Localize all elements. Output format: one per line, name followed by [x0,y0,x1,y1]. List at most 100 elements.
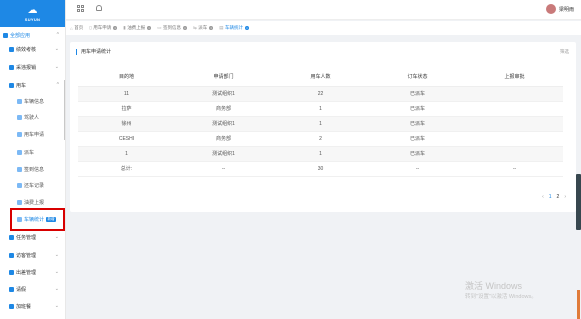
sidebar-item-overtime-meal[interactable]: 加班餐 ⌄ [0,300,66,312]
page-1-button[interactable]: 1 [549,194,552,200]
sidebar-root-all-apps[interactable]: 全部应用 ^ [0,29,66,41]
sidebar-item-performance[interactable]: 绩效考核 ⌄ [0,43,66,55]
sidebar-item-vehicle-info[interactable]: 车辆信息 [0,95,66,107]
table-cell [466,146,563,162]
table-row[interactable]: 拉萨 商务部 1 已派车 [78,101,563,117]
chevron-down-icon: ⌄ [54,64,59,70]
card-title: 用车申请统计 [76,49,111,55]
sidebar-item-expense[interactable]: 采违报销 ⌄ [0,61,66,73]
next-page-button[interactable]: › [564,194,566,200]
sidebar-item-label: 绩效考核 [16,46,37,53]
bell-icon[interactable] [96,5,102,11]
page-2-button[interactable]: 2 [557,194,560,200]
statistics-card: 用车申请统计 筛选 目的地 申请部门 用车人数 订车状态 上报审批 11 测试组… [70,42,576,212]
table-cell: 11 [78,86,175,102]
fuel-icon [17,199,22,205]
table-row[interactable]: 11 测试组织1 22 已派车 [78,86,563,102]
sidebar-item-label: 驾驶人 [24,114,40,121]
table-row[interactable]: 徐州 测试组织1 1 已派车 [78,116,563,132]
cloud-icon: ☁ [27,4,38,16]
car-icon: ⇋ [192,25,197,30]
table-cell: 1 [78,146,175,162]
chevron-down-icon: ⌄ [54,269,59,275]
highlight-annotation [10,208,65,231]
sidebar-item-business-trip[interactable]: 出差管理 ⌄ [0,266,66,278]
column-header-department[interactable]: 申请部门 [175,68,272,87]
tab-home[interactable]: ⌂ 首页 [70,25,83,31]
folder-icon [9,46,14,52]
chevron-down-icon: ⌄ [54,234,59,240]
sidebar-item-fuel-report[interactable]: 油费上报 [0,196,66,208]
folder-icon [9,286,14,292]
sidebar-item-driver[interactable]: 驾驶人 [0,111,66,123]
tab-dispatch[interactable]: ⇋ 派车 × [192,25,214,31]
table-row[interactable]: 1 测试组织1 1 已派车 [78,146,563,162]
sidebar-item-label: 用车 [16,82,27,89]
chevron-up-icon: ^ [56,82,59,88]
folder-icon [9,303,14,309]
car-icon [17,98,22,104]
tab-label: 车辆统计 [225,25,243,30]
sidebar-item-vehicle[interactable]: 用车 ^ [0,79,66,91]
sidebar-item-label: 访客管理 [16,252,37,259]
user-menu[interactable]: 梁明雨 [545,4,574,14]
chevron-down-icon: ⌄ [54,46,59,52]
document-icon: ▯ [89,25,92,30]
sidebar-item-label: 用车申请 [24,131,45,138]
column-header-destination[interactable]: 目的地 [78,68,175,87]
table-cell [466,101,563,117]
chevron-down-icon: ⌄ [54,252,59,258]
sidebar-scrollbar[interactable] [64,80,65,140]
sidebar-item-label: 出差管理 [16,269,37,276]
activation-watermark-title: 激活 Windows [465,281,523,291]
folder-icon [9,234,14,240]
logo[interactable]: ☁ SUYUN [0,0,65,27]
table-cell: 已派车 [369,86,466,102]
side-widget-accent [577,290,580,319]
folder-icon [9,82,14,88]
sidebar-item-dispatch[interactable]: 派车 [0,146,66,158]
close-icon[interactable]: × [182,26,187,30]
table-cell: 30 [272,161,369,177]
tab-vehicle-statistics[interactable]: ▤ 车辆统计 × [219,25,249,31]
close-icon[interactable]: × [113,26,118,30]
sidebar-item-label: 加班餐 [16,303,32,310]
chevron-up-icon: ^ [56,32,59,38]
close-icon[interactable]: × [245,26,249,30]
tab-bar: ⌂ 首页 ▯ 用车申请 × ▮ 油费上报 × ▭ 签到信息 × ⇋ 派车 × ▤… [66,21,581,35]
tab-checkin[interactable]: ▭ 签到信息 × [157,25,187,31]
column-header-passengers[interactable]: 用车人数 [272,68,369,87]
filter-button[interactable]: 筛选 [560,49,569,55]
table-cell [466,86,563,102]
table-cell [466,116,563,132]
chevron-down-icon: ⌄ [54,286,59,292]
dispatch-icon [17,149,22,155]
tab-fuel-report[interactable]: ▮ 油费上报 × [123,25,152,31]
side-widget[interactable] [576,174,581,230]
column-header-approval[interactable]: 上报审批 [466,68,563,87]
chart-icon: ▤ [219,25,224,30]
apps-icon [3,32,8,38]
sidebar-item-label: 车辆信息 [24,98,45,105]
sidebar-item-return-record[interactable]: 还车记录 [0,179,66,191]
sidebar-item-tasks[interactable]: 任务管理 ⌄ [0,231,66,243]
sidebar-item-visitors[interactable]: 访客管理 ⌄ [0,249,66,261]
user-icon [17,114,22,120]
sidebar-item-checkin[interactable]: 签到信息 [0,163,66,175]
table-cell: 测试组织1 [175,86,272,102]
apps-grid-icon[interactable] [77,5,84,12]
tab-vehicle-request[interactable]: ▯ 用车申请 × [89,25,118,31]
column-header-order-status[interactable]: 订车状态 [369,68,466,87]
table-cell: 测试组织1 [175,116,272,132]
prev-page-button[interactable]: ‹ [542,194,544,200]
close-icon[interactable]: × [209,26,214,30]
table-cell: 2 [272,131,369,147]
sidebar-item-leave[interactable]: 请假 ⌄ [0,283,66,295]
sidebar-item-label: 请假 [16,286,27,293]
sidebar-item-vehicle-request[interactable]: 用车申请 [0,128,66,140]
table-row[interactable]: CESHI 商务部 2 已派车 [78,131,563,147]
table-total-row: 总计: -- 30 -- -- [78,161,563,177]
close-icon[interactable]: × [147,26,152,30]
table-cell: -- [466,161,563,177]
calendar-icon: ▭ [157,25,162,30]
